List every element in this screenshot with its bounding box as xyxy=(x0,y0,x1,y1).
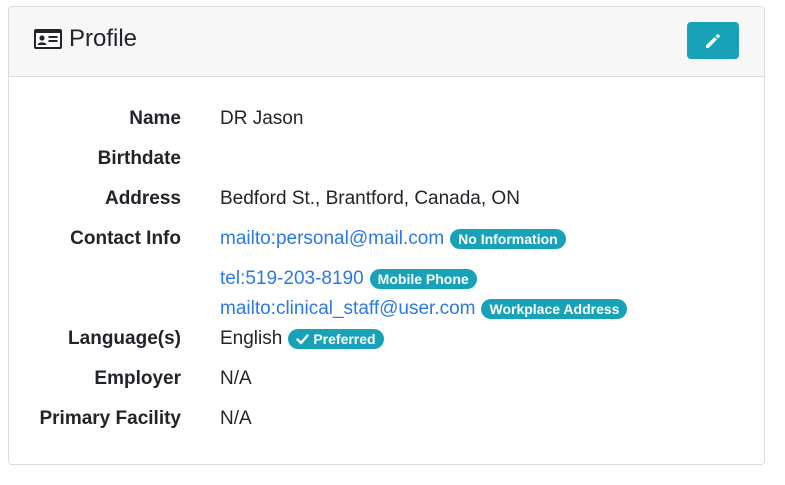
contact-item: tel:519-203-8190 Mobile Phone xyxy=(220,268,477,290)
id-card-icon xyxy=(33,28,63,50)
name-value: DR Jason xyxy=(220,108,304,129)
edit-button[interactable] xyxy=(687,22,739,59)
workplace-email-link[interactable]: mailto:clinical_staff@user.com xyxy=(220,298,475,320)
contact-item: mailto:clinical_staff@user.com Workplace… xyxy=(220,298,628,320)
check-icon xyxy=(296,334,310,345)
pencil-icon xyxy=(706,33,720,48)
employer-value: N/A xyxy=(220,368,252,389)
language-value-group: English Preferred xyxy=(220,328,384,350)
primary-facility-value: N/A xyxy=(220,408,252,429)
profile-card: Profile Name DR Jason Birthdate Address … xyxy=(8,6,765,465)
birthdate-label: Birthdate xyxy=(97,148,181,169)
status-badge: Workplace Address xyxy=(481,299,628,319)
contact-info-label: Contact Info xyxy=(70,228,181,249)
status-badge: Mobile Phone xyxy=(369,269,477,289)
contact-item: mailto:personal@mail.com No Information xyxy=(220,228,566,250)
address-value: Bedford St., Brantford, Canada, ON xyxy=(220,188,520,209)
language-label: Language(s) xyxy=(68,328,181,349)
email-link[interactable]: mailto:personal@mail.com xyxy=(220,228,444,250)
status-badge: No Information xyxy=(450,229,566,249)
address-label: Address xyxy=(104,188,181,209)
language-value: English xyxy=(220,328,283,349)
page-title: Profile xyxy=(69,25,138,52)
preferred-badge-label: Preferred xyxy=(313,331,376,347)
phone-link[interactable]: tel:519-203-8190 xyxy=(220,268,364,290)
primary-facility-label: Primary Facility xyxy=(39,408,181,429)
preferred-badge: Preferred xyxy=(288,329,384,349)
card-header: Profile xyxy=(9,7,764,77)
title-group: Profile xyxy=(33,25,137,53)
employer-label: Employer xyxy=(94,368,181,389)
name-label: Name xyxy=(129,108,181,129)
